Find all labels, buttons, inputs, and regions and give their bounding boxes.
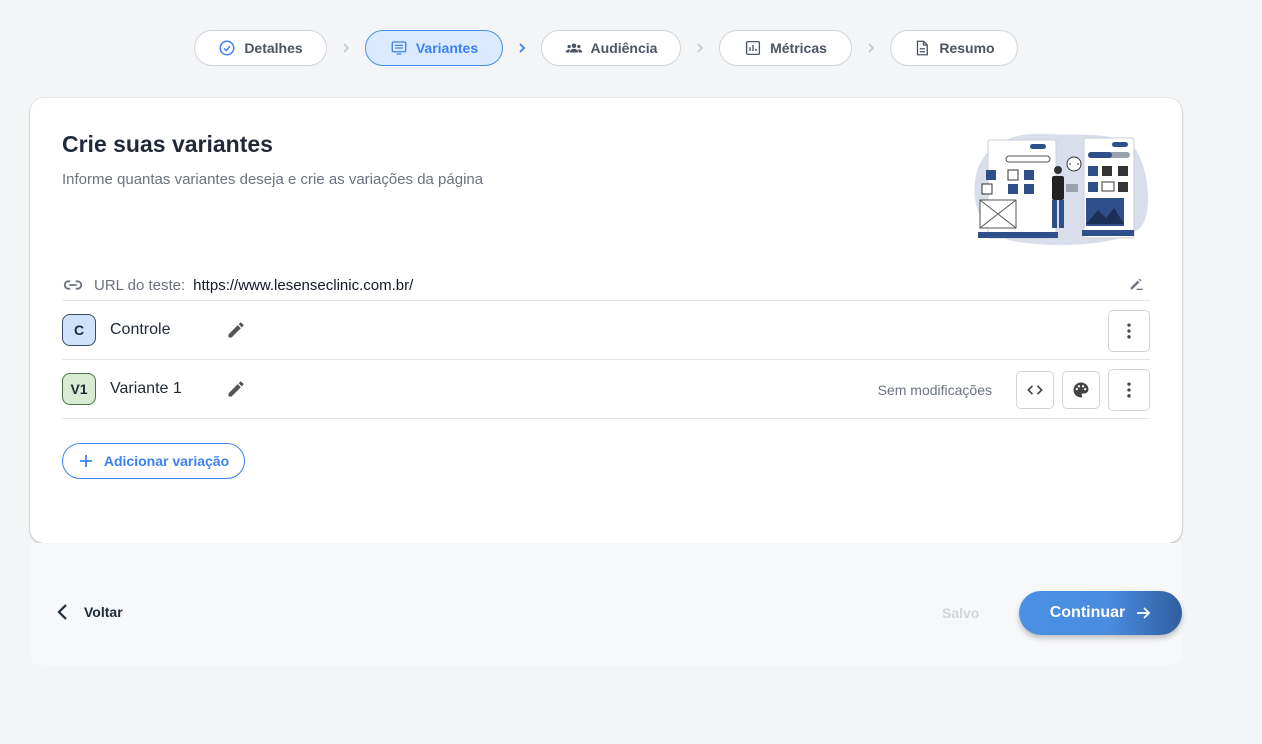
step-detalhes[interactable]: Detalhes (194, 30, 327, 66)
chart-icon (746, 40, 761, 56)
back-label: Voltar (84, 604, 123, 620)
step-label: Métricas (770, 40, 827, 56)
step-label: Resumo (939, 40, 995, 56)
back-button[interactable]: Voltar (56, 603, 123, 621)
variant-more-button[interactable] (1108, 369, 1150, 411)
step-resumo[interactable]: Resumo (890, 30, 1018, 66)
page-title: Crie suas variantes (62, 131, 273, 157)
variant-name: Controle (110, 321, 171, 338)
variant-row-control: C Controle (62, 301, 1150, 360)
edit-url-icon[interactable] (1128, 276, 1144, 292)
footer-bar: Voltar Salvo Continuar (30, 543, 1182, 666)
more-vertical-icon (1127, 382, 1131, 398)
chevron-left-icon (57, 604, 67, 620)
edit-name-icon[interactable] (226, 320, 246, 340)
step-metricas[interactable]: Métricas (719, 30, 852, 66)
stepper: Detalhes Variantes Audiência Métricas Re… (194, 30, 1018, 66)
link-icon (63, 280, 83, 290)
url-value: https://www.lesenseclinic.com.br/ (193, 276, 414, 294)
control-more-button[interactable] (1108, 310, 1150, 352)
variant-status: Sem modificações (877, 382, 992, 398)
variants-card: Crie suas variantes Informe quantas vari… (30, 98, 1182, 543)
chevron-right-icon (681, 42, 719, 54)
test-url-row: URL do teste: https://www.lesenseclinic.… (62, 270, 1150, 301)
add-variation-label: Adicionar variação (103, 453, 230, 469)
palette-icon (1073, 382, 1089, 398)
plus-icon (79, 455, 92, 467)
more-vertical-icon (1127, 323, 1131, 339)
variants-illustration (974, 133, 1149, 246)
step-audiencia[interactable]: Audiência (541, 30, 681, 66)
visual-editor-button[interactable] (1062, 371, 1100, 409)
users-icon (565, 43, 582, 53)
check-circle-icon (219, 40, 235, 56)
variant-badge: V1 (62, 373, 96, 405)
chevron-right-icon (327, 42, 365, 54)
url-label: URL do teste: (94, 276, 186, 294)
chevron-right-icon (852, 42, 890, 54)
step-label: Audiência (590, 40, 658, 56)
control-badge: C (62, 314, 96, 346)
saved-status: Salvo (942, 605, 980, 621)
step-label: Variantes (415, 40, 479, 56)
page-subtitle: Informe quantas variantes deseja e crie … (62, 171, 484, 188)
arrow-right-icon (1137, 607, 1151, 619)
variant-name: Variante 1 (110, 380, 182, 397)
step-label: Detalhes (244, 40, 303, 56)
edit-name-icon[interactable] (226, 379, 246, 399)
add-variation-button[interactable]: Adicionar variação (62, 443, 245, 479)
variant-row-v1: V1 Variante 1 Sem modificações (62, 360, 1150, 419)
continue-button[interactable]: Continuar (1019, 591, 1182, 635)
code-icon (1027, 385, 1043, 395)
document-icon (917, 40, 929, 56)
list-icon (391, 41, 407, 55)
continue-label: Continuar (1049, 604, 1126, 621)
chevron-right-icon (503, 42, 541, 54)
code-editor-button[interactable] (1016, 371, 1054, 409)
step-variantes[interactable]: Variantes (365, 30, 503, 66)
